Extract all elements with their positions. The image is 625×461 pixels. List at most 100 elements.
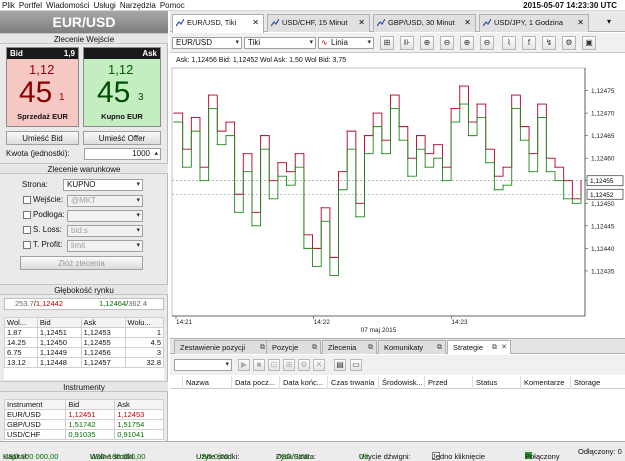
col-header[interactable]: Bid: [65, 399, 116, 410]
undock-icon[interactable]: ⧉: [492, 341, 497, 354]
table-row[interactable]: GBP/USD 1,51742 1,51754: [4, 419, 164, 430]
entry-select[interactable]: @MKT ▾: [67, 195, 143, 207]
tab-gbpusd-30m[interactable]: GBP/USD, 30 Minut ✕: [373, 14, 476, 32]
open-folder-icon[interactable]: ▭: [350, 359, 362, 371]
tab-strategies[interactable]: Strategie ⧉ ✕: [447, 340, 511, 354]
tp-select[interactable]: limit ▾: [67, 240, 143, 252]
undock-icon[interactable]: ⧉: [368, 341, 373, 354]
tab-list-icon[interactable]: ▾: [607, 17, 611, 26]
col-prefix[interactable]: Przed: [424, 376, 448, 389]
drawing-icon[interactable]: ⌇: [502, 36, 516, 50]
col-storage[interactable]: Storage: [570, 376, 600, 389]
chart-icon[interactable]: ⊞: [283, 359, 295, 371]
col-header[interactable]: Wol...: [4, 317, 38, 328]
floor-checkbox[interactable]: [23, 210, 31, 219]
tab-positions-summary[interactable]: Zestawienie pozycji ⧉: [174, 340, 269, 354]
tab-usdchf-15m[interactable]: USD/CHF, 15 Minut ✕: [267, 14, 370, 32]
menu-help[interactable]: Pomoc: [158, 0, 187, 11]
series-point: [511, 94, 513, 96]
indicator-icon[interactable]: ⊞: [380, 36, 394, 50]
zoom-in-icon[interactable]: ⊕: [420, 36, 434, 50]
zoom-minus-icon[interactable]: ⊖: [480, 36, 494, 50]
col-status[interactable]: Status: [472, 376, 497, 389]
instrument-select[interactable]: EUR/USD ▾: [172, 37, 242, 49]
close-icon[interactable]: ✕: [464, 15, 471, 31]
side-select[interactable]: KUPNO ▾: [63, 179, 143, 191]
close-icon[interactable]: ✕: [577, 15, 584, 31]
close-icon[interactable]: ✕: [501, 341, 507, 354]
menu-tools[interactable]: Narzędzia: [118, 0, 158, 11]
buy-button[interactable]: Ask 1,12 45 3 Kupno EUR: [83, 47, 161, 127]
table-row[interactable]: 1.87 1,12451 1,12453 1: [4, 327, 164, 338]
tab-usdjpy-1h[interactable]: USD/JPY, 1 Godzina ✕: [479, 14, 589, 32]
run-icon[interactable]: ▶: [238, 359, 250, 371]
period-value: Tiki: [248, 38, 261, 47]
save-icon[interactable]: ▣: [582, 36, 596, 50]
col-environment[interactable]: Środowisk...: [378, 376, 423, 389]
table-row[interactable]: 13.12 1,12448 1,12457 32.8: [4, 357, 164, 368]
close-icon[interactable]: ✕: [358, 15, 365, 31]
spinner-icon[interactable]: ▴: [154, 149, 158, 159]
tp-checkbox[interactable]: [23, 240, 31, 249]
col-comments[interactable]: Komentarze: [520, 376, 564, 389]
col-duration[interactable]: Czas trwania: [327, 376, 374, 389]
leverage-value: 0%: [359, 452, 370, 461]
sell-button[interactable]: Bid 1,9 1,12 45 1 Sprzedaż EUR: [6, 47, 79, 127]
new-strategy-icon[interactable]: ▤: [334, 359, 346, 371]
table-row[interactable]: 6.75 1,12449 1,12456 3: [4, 347, 164, 358]
stop-icon[interactable]: ■: [253, 359, 265, 371]
table-row[interactable]: USD/CHF 0,91035 0,91041: [4, 429, 164, 440]
undock-icon[interactable]: ⧉: [312, 341, 317, 354]
price-chart[interactable]: 1,12475 1,12470 1,12465 1,12460 1,12455 1,124…: [170, 54, 625, 337]
y-tick-label: 1,12450: [591, 201, 615, 208]
place-bid-button[interactable]: Umieść Bid: [6, 131, 79, 145]
sl-select[interactable]: bid:s ▾: [67, 225, 143, 237]
table-row[interactable]: 14.25 1,12450 1,12455 4.5: [4, 337, 164, 348]
col-header[interactable]: Ask: [80, 317, 126, 328]
menu-services[interactable]: Usługi: [92, 0, 118, 11]
close-icon[interactable]: ✕: [252, 15, 259, 31]
menu-file[interactable]: Plik: [0, 0, 17, 11]
menu-portfolio[interactable]: Portfel: [17, 0, 44, 11]
col-header[interactable]: Bid: [36, 317, 82, 328]
ask-label: Ask: [142, 49, 157, 58]
remove-icon[interactable]: ✕: [313, 359, 325, 371]
col-start-date[interactable]: Data pocz...: [231, 376, 275, 389]
table-row[interactable]: EUR/USD 1,12451 1,12453: [4, 409, 164, 420]
menu-news[interactable]: Wiadomości: [44, 0, 92, 11]
x-tick-label: 14:21: [176, 319, 193, 326]
undock-icon[interactable]: ⧉: [437, 341, 442, 354]
tab-eurusd-ticks[interactable]: EUR/USD, Tiki ✕: [172, 14, 264, 33]
test-icon[interactable]: ⊡: [268, 359, 280, 371]
col-header[interactable]: Wolu...: [124, 317, 164, 328]
col-name[interactable]: Nazwa: [182, 376, 209, 389]
chart-style-select[interactable]: ∿ Linia ▾: [318, 37, 374, 49]
compile-icon[interactable]: ⚙: [298, 359, 310, 371]
zoom-plus-icon[interactable]: ⊕: [460, 36, 474, 50]
series-point: [259, 135, 262, 137]
col-end-date[interactable]: Data końc...: [279, 376, 323, 389]
floor-select[interactable]: ▾: [67, 210, 143, 222]
function-icon[interactable]: f: [522, 36, 536, 50]
zoom-out-icon[interactable]: ⊖: [440, 36, 454, 50]
signal-icon[interactable]: ↯: [542, 36, 556, 50]
amount-input[interactable]: 1000 ▴: [84, 148, 161, 160]
candle-icon[interactable]: ⊪: [400, 36, 414, 50]
col-header[interactable]: Instrument: [4, 399, 67, 410]
period-select[interactable]: Tiki ▾: [244, 37, 316, 49]
tab-positions[interactable]: Pozycje ⧉: [266, 340, 321, 354]
tp-row: T. Profit:: [23, 239, 62, 251]
series-point: [424, 166, 426, 168]
tab-messages[interactable]: Komunikaty ⧉: [378, 340, 446, 354]
entry-checkbox[interactable]: [23, 195, 31, 204]
submit-orders-button[interactable]: Złóż zlecenia: [20, 256, 143, 270]
undock-icon[interactable]: ⧉: [260, 341, 265, 354]
sl-checkbox[interactable]: [23, 225, 31, 234]
series-point: [459, 85, 461, 87]
place-offer-button[interactable]: Umieść Offer: [83, 131, 161, 145]
strategy-select[interactable]: ▾: [174, 359, 232, 371]
settings-icon[interactable]: ⚙: [562, 36, 576, 50]
tab-orders[interactable]: Zlecenia ⧉: [322, 340, 377, 354]
col-header[interactable]: Ask: [114, 399, 164, 410]
tab-label: Pozycje: [272, 343, 299, 352]
